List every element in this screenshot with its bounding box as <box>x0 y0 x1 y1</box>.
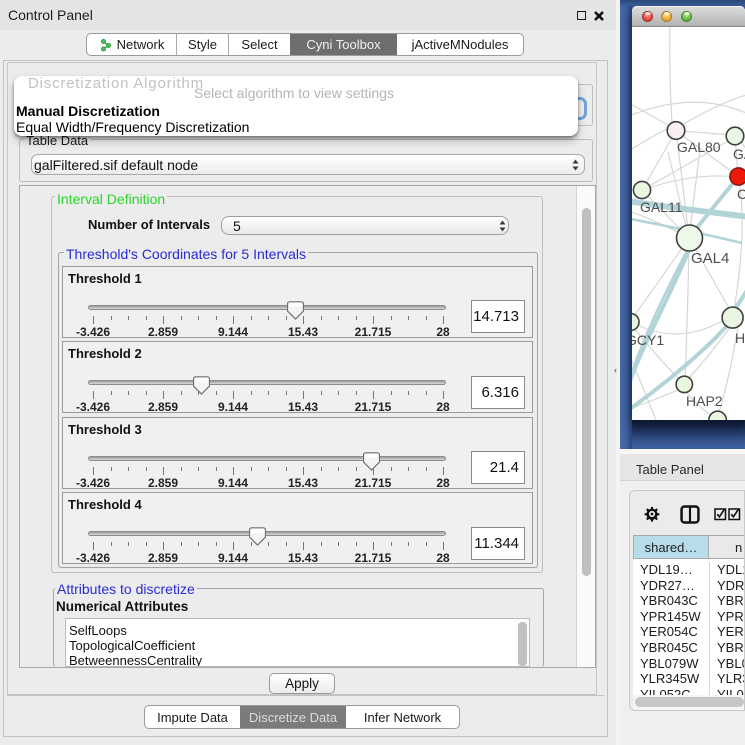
svg-text:HI: HI <box>735 330 745 346</box>
svg-text:GCY1: GCY1 <box>632 332 664 348</box>
svg-text:GA: GA <box>733 146 745 162</box>
svg-text:CY: CY <box>737 186 745 202</box>
svg-text:GAL4: GAL4 <box>691 250 729 267</box>
svg-text:GAL80: GAL80 <box>677 139 721 155</box>
svg-text:HAP2: HAP2 <box>686 393 723 409</box>
svg-text:GAL11: GAL11 <box>640 199 683 215</box>
